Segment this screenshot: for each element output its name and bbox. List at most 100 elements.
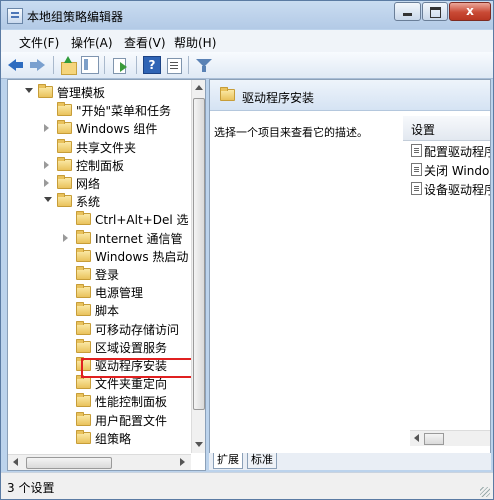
forward-icon[interactable]	[29, 56, 47, 74]
tree-item[interactable]: 管理模板	[8, 83, 198, 101]
tree-item-label: 登录	[95, 268, 120, 282]
folder-icon	[57, 193, 72, 208]
tree-item-label: 性能控制面板	[95, 395, 168, 410]
toolbar-separator	[188, 56, 189, 74]
tree-item[interactable]: 共享文件夹	[8, 138, 198, 156]
setting-item[interactable]: 关闭 Windows	[408, 161, 490, 179]
folder-icon	[76, 375, 91, 390]
settings-column-label: 设置	[411, 123, 436, 137]
tree-item[interactable]: Windows 热启动	[8, 247, 198, 265]
tree-pane: 管理模板 "开始"菜单和任务 Windows 组件 共享文件夹 控制面板 网络系统 Ctrl…	[7, 79, 206, 471]
tree-item-label: Ctrl+Alt+Del 选	[95, 213, 189, 228]
scroll-down-icon[interactable]	[195, 442, 203, 447]
export-list-icon[interactable]	[111, 56, 129, 74]
folder-icon	[76, 320, 91, 335]
policy-setting-icon	[411, 144, 422, 157]
expand-arrow-down-icon[interactable]	[44, 197, 52, 203]
expand-arrow-down-icon[interactable]	[25, 88, 33, 93]
properties-icon[interactable]	[165, 56, 183, 74]
title-bar[interactable]: 本地组策略编辑器 x	[1, 1, 493, 29]
view-tabs: 扩展 标准	[209, 453, 491, 470]
close-icon: x	[466, 4, 474, 18]
setting-item[interactable]: 配置驱动程序	[408, 142, 490, 160]
scroll-left-icon[interactable]	[13, 458, 18, 466]
tree-item[interactable]: 电源管理	[8, 283, 198, 301]
tree-item[interactable]: 组策略	[8, 429, 198, 447]
tree-item[interactable]: 区域设置服务	[8, 338, 198, 356]
tree-item[interactable]: 系统	[8, 192, 198, 210]
menu-view[interactable]: 查看(V)	[124, 34, 166, 51]
help-icon[interactable]: ?	[143, 56, 161, 74]
tree-item-label: 组策略	[95, 431, 132, 446]
menu-bar: 文件(F) 操作(A) 查看(V) 帮助(H)	[1, 30, 493, 52]
setting-item-label: 关闭 Windows	[424, 164, 490, 178]
tree-item[interactable]: Windows 组件	[8, 119, 198, 137]
scroll-up-icon[interactable]	[195, 85, 203, 90]
back-icon[interactable]	[7, 56, 25, 74]
folder-icon	[38, 84, 53, 98]
tree-vertical-scroll-thumb[interactable]	[193, 98, 205, 410]
folder-icon	[57, 120, 72, 135]
up-folder-icon[interactable]	[59, 56, 77, 75]
tab-extended[interactable]: 扩展	[213, 453, 243, 469]
tree-item-label: Windows 组件	[76, 122, 158, 137]
tree-item[interactable]: 性能控制面板	[8, 392, 198, 410]
tree-item-label: 电源管理	[95, 286, 144, 301]
toolbar-separator	[53, 56, 54, 74]
scroll-left-icon[interactable]	[414, 434, 419, 442]
toolbar-separator	[136, 56, 137, 74]
tree-item[interactable]: Internet 通信管	[8, 229, 198, 247]
expand-arrow-right-icon[interactable]	[44, 179, 49, 187]
maximize-button[interactable]	[422, 2, 448, 21]
tree-item[interactable]: 登录	[8, 265, 198, 283]
filter-icon[interactable]	[195, 56, 213, 74]
tree-item-label: 区域设置服务	[95, 340, 168, 355]
scroll-right-icon[interactable]	[180, 458, 185, 466]
folder-icon	[76, 284, 91, 299]
details-horizontal-scroll-thumb[interactable]	[424, 433, 444, 445]
folder-icon	[57, 138, 72, 153]
expand-arrow-right-icon[interactable]	[44, 124, 49, 133]
expand-arrow-right-icon[interactable]	[63, 233, 68, 242]
details-header-title: 驱动程序安装	[242, 91, 315, 105]
tree-item-label: 管理模板	[57, 86, 106, 100]
tree-item[interactable]: "开始"菜单和任务	[8, 101, 198, 119]
settings-column-header[interactable]: 设置	[403, 116, 490, 141]
setting-item[interactable]: 设备驱动程序	[408, 180, 490, 198]
tree-item-label: 脚本	[95, 304, 120, 319]
tree-item[interactable]: 可移动存储访问	[8, 320, 198, 338]
tree-item-label: 可移动存储访问	[95, 322, 180, 337]
folder-icon	[57, 102, 72, 117]
tree-horizontal-scrollbar[interactable]	[8, 454, 191, 470]
toolbar-separator	[104, 56, 105, 74]
tree-item-label: Internet 通信管	[95, 231, 183, 246]
close-button[interactable]: x	[449, 2, 491, 21]
tree-item[interactable]: 控制面板	[8, 156, 198, 174]
status-text: 3 个设置	[7, 481, 55, 495]
main-window: 本地组策略编辑器 x 文件(F) 操作(A) 查看(V) 帮助(H) ? 管理模…	[0, 0, 494, 500]
tree-item-label: 系统	[76, 195, 101, 210]
tree-item[interactable]: Ctrl+Alt+Del 选	[8, 210, 198, 228]
menu-help[interactable]: 帮助(H)	[174, 34, 216, 51]
tree-horizontal-scroll-thumb[interactable]	[26, 457, 112, 469]
show-tree-icon[interactable]	[81, 56, 99, 74]
menu-action[interactable]: 操作(A)	[71, 34, 113, 51]
policy-setting-icon	[411, 182, 422, 195]
expand-arrow-right-icon[interactable]	[44, 160, 49, 169]
folder-icon	[220, 87, 235, 101]
tree-item[interactable]: 网络	[8, 174, 198, 192]
tree-item[interactable]: 脚本	[8, 301, 198, 319]
details-header: 驱动程序安装	[210, 80, 490, 111]
folder-icon	[57, 175, 72, 189]
folder-icon	[76, 266, 91, 280]
tree-item[interactable]: 用户配置文件	[8, 411, 198, 429]
tree-vertical-scrollbar[interactable]	[191, 80, 205, 453]
folder-icon	[76, 429, 91, 444]
resize-grip[interactable]	[480, 487, 490, 497]
minimize-button[interactable]	[394, 2, 421, 21]
tab-standard[interactable]: 标准	[247, 453, 277, 469]
folder-icon	[76, 211, 91, 226]
details-horizontal-scrollbar[interactable]	[410, 430, 490, 446]
description-text: 选择一个项目来查看它的描述。	[214, 126, 368, 139]
menu-file[interactable]: 文件(F)	[19, 34, 59, 51]
